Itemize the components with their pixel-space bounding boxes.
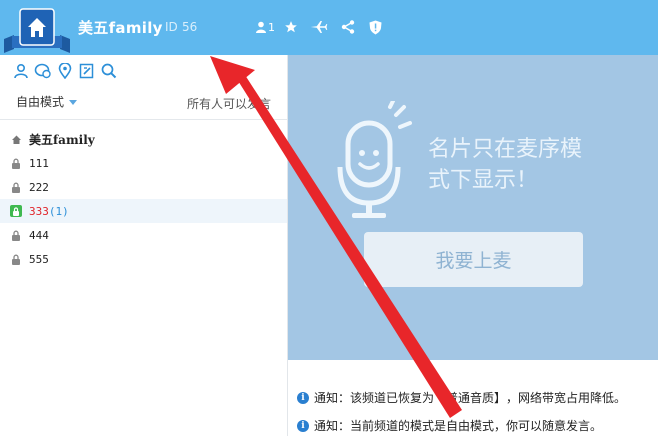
channel-label: 222	[29, 180, 49, 194]
lock-icon	[10, 229, 22, 241]
chat-button[interactable]	[32, 61, 54, 81]
location-pin-icon	[58, 63, 72, 79]
members-button[interactable]	[10, 61, 32, 81]
star-icon	[285, 21, 297, 33]
channel-item-333[interactable]: 333 (1)	[0, 199, 287, 223]
divider	[0, 119, 287, 120]
lock-open-green-icon	[10, 205, 22, 217]
fly-button[interactable]	[304, 16, 334, 38]
notice-1: i 通知：该频道已恢复为 【普通音质】 ，网络带宽占用降低。	[297, 389, 626, 406]
microphone-icon	[334, 99, 414, 221]
lock-icon	[10, 181, 22, 193]
card-message-line1: 名片只在麦序模	[428, 137, 583, 162]
channel-label: 333	[29, 204, 49, 218]
location-button[interactable]	[54, 61, 76, 81]
notice-2-prefix: 通知：当前频道的模式是	[314, 419, 447, 433]
board-button[interactable]	[76, 61, 98, 81]
mode-description: 所有人可以发言	[187, 97, 272, 111]
channel-label: 美五family	[29, 132, 95, 147]
favorite-button[interactable]	[278, 16, 304, 38]
notice-1-suffix: ，网络带宽占用降低。	[506, 391, 627, 405]
channel-label: 444	[29, 228, 49, 242]
home-logo-icon[interactable]	[4, 5, 70, 55]
info-icon: i	[297, 391, 309, 404]
channel-sidebar: 自由模式 所有人可以发言 美五family 111 222 333 (1) 44…	[0, 55, 288, 436]
notice-1-highlight: 【普通音质】	[434, 391, 507, 405]
chevron-down-icon	[69, 100, 78, 105]
lock-icon	[10, 253, 22, 265]
room-id-value: 56	[182, 20, 198, 34]
notice-1-prefix: 通知：该频道已恢复为	[314, 391, 435, 405]
notice-area: i 通知：该频道已恢复为 【普通音质】 ，网络带宽占用降低。 i 通知：当前频道…	[288, 360, 658, 436]
channel-item-444[interactable]: 444	[0, 223, 287, 247]
home-icon	[10, 133, 22, 145]
top-bar: 美五family ID 56 1	[0, 0, 658, 55]
user-count-value: 1	[268, 20, 275, 34]
channel-item-555[interactable]: 555	[0, 247, 287, 271]
search-button[interactable]	[98, 61, 120, 81]
channel-item-111[interactable]: 111	[0, 151, 287, 175]
mode-dropdown[interactable]: 自由模式	[16, 93, 78, 110]
join-mic-button[interactable]: 我要上麦	[364, 232, 583, 287]
channel-item-root[interactable]: 美五family	[0, 127, 287, 151]
top-icon-bar: 1	[252, 16, 388, 38]
edit-board-icon	[79, 63, 94, 79]
channel-label: 111	[29, 156, 49, 170]
notice-2-highlight: 自由模式	[446, 419, 495, 433]
user-count[interactable]: 1	[252, 16, 278, 38]
channel-member-count: (1)	[48, 204, 69, 218]
room-id-label: ID	[165, 20, 178, 34]
chat-bubble-icon	[34, 63, 51, 79]
channel-label: 555	[29, 252, 49, 266]
sidebar-toolbar	[10, 61, 120, 81]
notice-2-suffix: ，你可以随意发言。	[494, 419, 603, 433]
card-message-line2: 式下显示！	[428, 168, 539, 193]
search-icon	[101, 63, 117, 79]
mode-dropdown-value: 自由模式	[16, 95, 65, 109]
channel-list: 美五family 111 222 333 (1) 444 555	[0, 127, 287, 271]
user-tree-icon	[14, 63, 28, 79]
notice-2: i 通知：当前频道的模式是 自由模式 ，你可以随意发言。	[297, 417, 602, 434]
card-message: 名片只在麦序模 式下显示！	[428, 134, 638, 196]
room-name: 美五family	[78, 19, 163, 37]
lock-icon	[10, 157, 22, 169]
shield-icon	[369, 20, 381, 34]
share-button[interactable]	[334, 16, 362, 38]
shield-button[interactable]	[362, 16, 388, 38]
user-icon	[256, 21, 266, 33]
share-icon	[341, 20, 355, 34]
info-icon: i	[297, 419, 309, 432]
plane-icon	[310, 21, 328, 33]
mic-card-panel: 名片只在麦序模 式下显示！ 我要上麦	[288, 55, 658, 360]
channel-item-222[interactable]: 222	[0, 175, 287, 199]
